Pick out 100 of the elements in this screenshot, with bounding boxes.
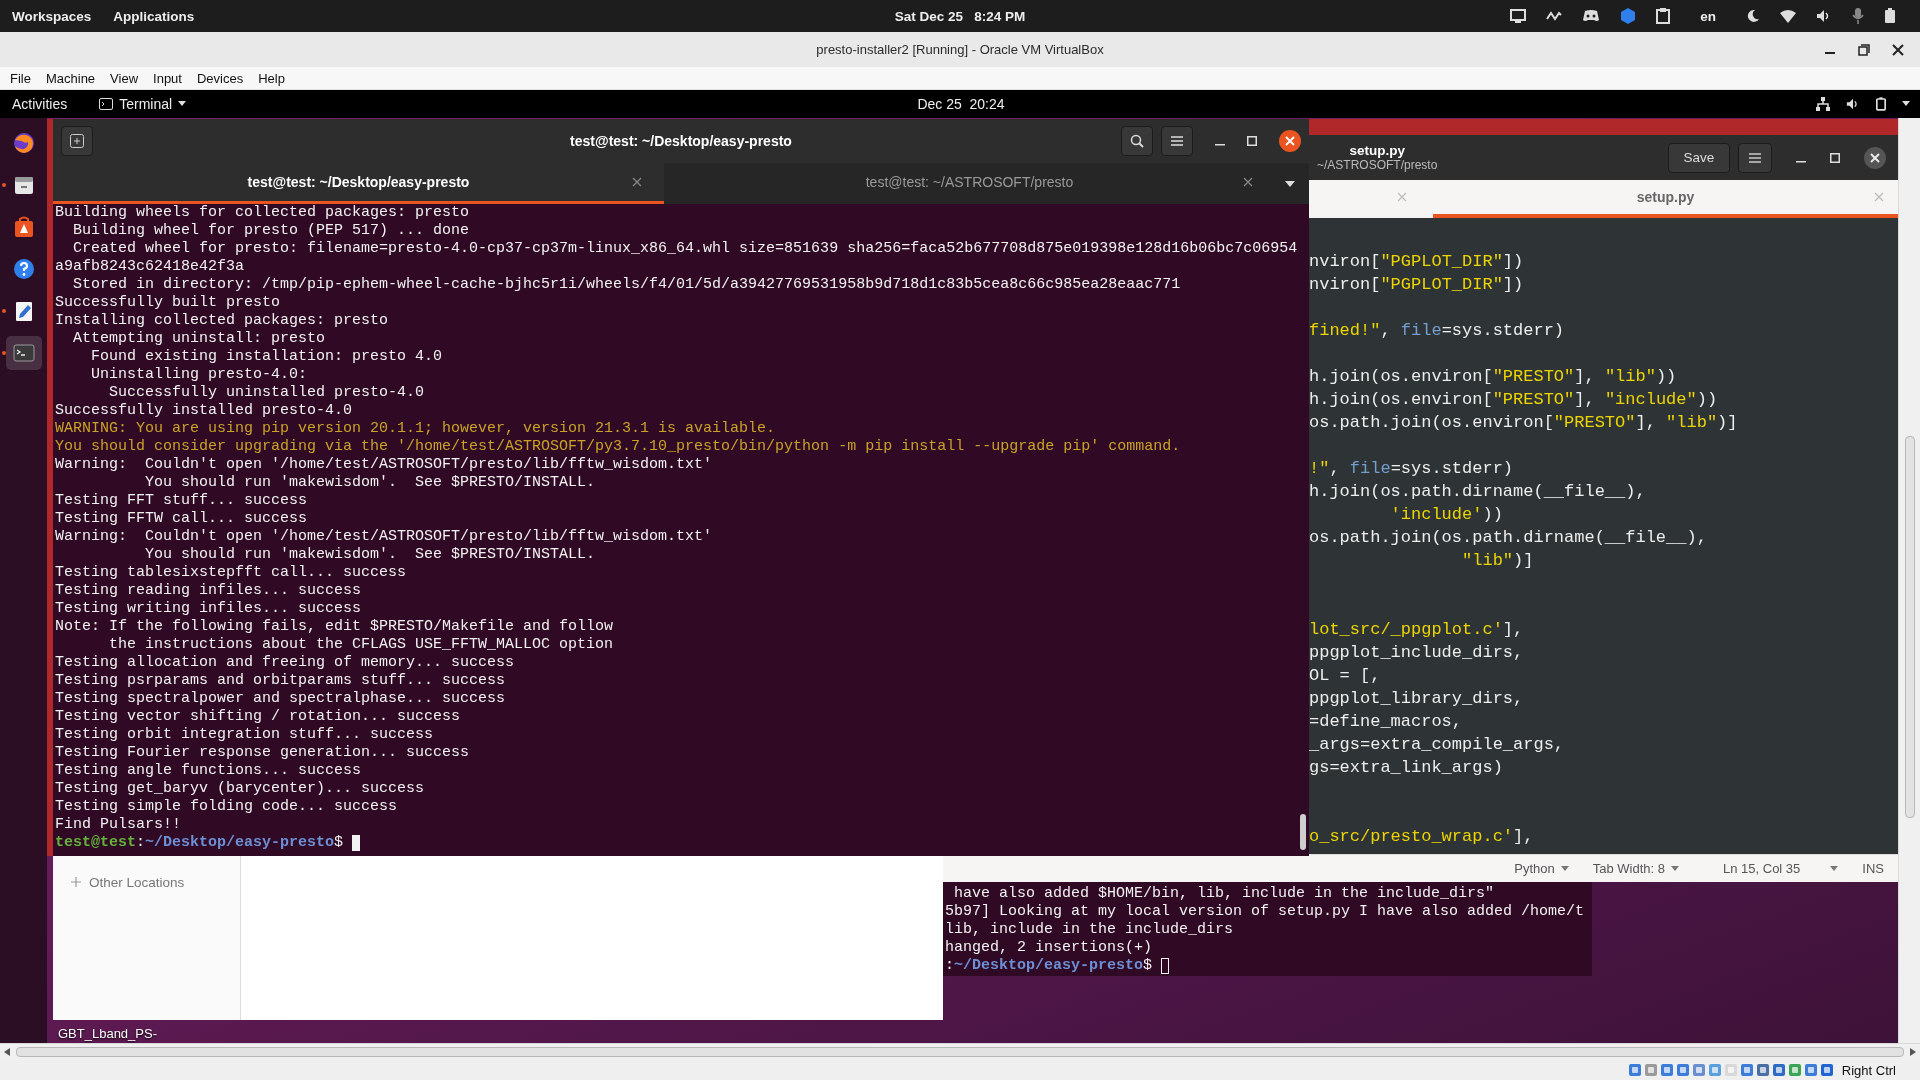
terminal-line: Found existing installation: presto 4.0 xyxy=(90,348,443,366)
prompt-line: :~/Desktop/easy-presto$ xyxy=(945,957,1153,975)
text-cursor xyxy=(352,835,361,851)
restore-icon[interactable] xyxy=(1858,43,1870,56)
close-icon[interactable] xyxy=(1864,146,1886,169)
terminal-line: Attempting uninstall: presto xyxy=(72,330,326,348)
close-icon[interactable] xyxy=(1279,130,1301,152)
terminal-line: Testing allocation and freeing of memory... success xyxy=(55,654,515,672)
terminal-line: Testing FFTW call... success xyxy=(55,510,308,528)
tab-width-dropdown[interactable]: Tab Width: 8 xyxy=(1592,861,1679,876)
terminal-line: Created wheel for presto: filename=presto-4.0-cp37-cp37m-linux_x86_64.whl size=851639 sha256=faca52b677708d875e019398e128d16b06bc7c06954 xyxy=(72,240,1298,258)
plus-icon xyxy=(70,134,84,148)
terminal-line: Testing reading infiles... success xyxy=(55,582,362,600)
terminal-line: Successfully uninstalled presto-4.0 xyxy=(108,384,425,402)
menu-item[interactable]: Help xyxy=(258,70,285,86)
code-line: os.path.join(os.path.dirname(__file__), xyxy=(1309,528,1707,547)
left-arrow-icon[interactable] xyxy=(4,1048,10,1056)
squiggle-icon[interactable] xyxy=(1546,9,1563,23)
sidebar-item[interactable]: Other Locations xyxy=(89,874,185,890)
plus-icon xyxy=(71,877,81,887)
tab[interactable]: test@test: ~/Desktop/easy-presto xyxy=(53,163,664,204)
terminal-line: 5b97] Looking at my local version of setup.py I have also added /home/t xyxy=(945,903,1585,921)
caret-icon[interactable] xyxy=(1902,101,1910,107)
menu-item[interactable]: Input xyxy=(153,70,182,86)
host-key-label: Right Ctrl xyxy=(1841,1062,1896,1078)
right-arrow-icon[interactable] xyxy=(1910,1048,1916,1056)
terminal-line: Testing spectralpower and spectralphase... success xyxy=(55,690,506,708)
terminal-line: You should run 'makewisdom'. See $PRESTO/INSTALL. xyxy=(144,546,596,564)
screen-icon[interactable] xyxy=(1510,9,1527,23)
code-line: gs=extra_link_args) xyxy=(1309,758,1503,777)
search-button[interactable] xyxy=(1121,126,1153,156)
terminal-line: a9afb8243c62418e42f3a xyxy=(55,258,245,276)
menu-button[interactable] xyxy=(1738,142,1772,173)
tab[interactable]: test@test: ~/ASTROSOFT/presto xyxy=(664,163,1275,204)
terminal-line: Successfully built presto xyxy=(55,294,281,312)
terminal-line: You should run 'makewisdom'. See $PRESTO/INSTALL. xyxy=(144,474,596,492)
battery-icon[interactable] xyxy=(1876,97,1886,111)
clock[interactable]: Sat Dec 25 8:24 PM xyxy=(894,8,1026,24)
moon-icon[interactable] xyxy=(1746,9,1760,23)
code-line: !", file=sys.stderr) xyxy=(1309,459,1514,478)
window-subtitle: ~/ASTROSOFT/presto xyxy=(1317,158,1438,172)
insert-mode[interactable]: INS xyxy=(1862,861,1884,876)
menu-item[interactable]: File xyxy=(10,70,31,86)
terminal-line: Testing orbit integration stuff... success xyxy=(55,726,434,744)
terminal-line: Testing tablesixstepfft call... success xyxy=(55,564,407,582)
terminal-line: WARNING: You are using pip version 20.1.1; however, version 21.3.1 is available. xyxy=(55,420,776,438)
terminal-line: Testing vector shifting / rotation... success xyxy=(55,708,461,726)
hexagon-icon[interactable] xyxy=(1620,8,1637,24)
code-line: _args=extra_compile_args, xyxy=(1309,735,1565,754)
clock[interactable]: Dec 25 20:24 xyxy=(917,96,1005,112)
terminal-line: Stored in directory: /tmp/pip-ephem-wheel-cache-bjhc5r1i/wheels/f4/01/5d/a39427769531958b9d718d1c83b5cea8c66c985ea28eaac771 xyxy=(72,276,1181,294)
battery-icon[interactable] xyxy=(1884,8,1896,24)
panel-menu[interactable]: Workspaces xyxy=(12,8,92,24)
menu-item[interactable]: View xyxy=(110,70,139,86)
microphone-icon[interactable] xyxy=(1852,8,1864,24)
wifi-icon[interactable] xyxy=(1780,9,1796,23)
close-icon[interactable] xyxy=(1892,43,1904,56)
activities-button[interactable]: Activities xyxy=(12,96,68,112)
window-title: test@test: ~/Desktop/easy-presto xyxy=(570,133,792,149)
code-line: lot_src/_ppgplot.c'], xyxy=(1309,620,1524,639)
terminal-line: Building wheels for collected packages: presto xyxy=(55,204,470,222)
volume-icon[interactable] xyxy=(1846,97,1860,111)
language-dropdown[interactable]: Python xyxy=(1514,861,1569,876)
terminal-line: hanged, 2 insertions(+) xyxy=(945,939,1153,957)
terminal-line: Find Pulsars!! xyxy=(55,816,182,834)
save-button[interactable]: Save xyxy=(1668,142,1730,173)
terminal-line: Testing angle functions... success xyxy=(55,762,362,780)
window-title: presto-installer2 [Running] - Oracle VM VirtualBox xyxy=(816,42,1104,57)
language-indicator[interactable]: en xyxy=(1700,8,1716,24)
terminal-line: Testing psrparams and orbitparams stuff... success xyxy=(55,672,506,690)
maximize-icon[interactable] xyxy=(1830,152,1840,163)
window-title: setup.py xyxy=(1349,143,1405,158)
menu-button[interactable] xyxy=(1161,126,1193,156)
terminal-line: Testing writing infiles... success xyxy=(55,600,362,618)
scrollbar-thumb[interactable] xyxy=(16,1047,1904,1057)
maximize-icon[interactable] xyxy=(1247,136,1257,146)
prompt-line: test@test:~/Desktop/easy-presto$ xyxy=(55,834,344,852)
gamepad-icon[interactable] xyxy=(1582,9,1601,23)
terminal-line: Warning: Couldn't open '/home/test/ASTROSOFT/presto/lib/fftw_wisdom.txt' xyxy=(55,456,713,474)
clipboard-icon[interactable] xyxy=(1656,8,1671,24)
terminal-icon xyxy=(12,342,35,364)
cursor-position[interactable]: Ln 15, Col 35 xyxy=(1723,861,1801,876)
menu-item[interactable]: Machine xyxy=(45,70,96,86)
code-line: ppgplot_include_dirs, xyxy=(1309,643,1524,662)
code-line: h.join(os.environ["PRESTO"], "lib")) xyxy=(1309,367,1677,386)
desktop-icon-label[interactable]: GBT_Lband_PS- xyxy=(58,1026,157,1041)
code-line: nviron["PGPLOT_DIR"]) xyxy=(1309,275,1524,294)
menu-icon xyxy=(1170,135,1184,147)
scrollbar-thumb[interactable] xyxy=(1904,436,1915,818)
scrollbar-thumb[interactable] xyxy=(1300,814,1306,850)
new-tab-button[interactable] xyxy=(61,126,93,156)
code-line: 'include')) xyxy=(1389,505,1503,524)
terminal-line: the instructions about the CFLAGS USE_FFTW_MALLOC option xyxy=(108,636,614,654)
search-icon xyxy=(1130,134,1144,148)
menu-item[interactable]: Devices xyxy=(196,70,244,86)
panel-menu[interactable]: Applications xyxy=(113,8,195,24)
caret-icon xyxy=(1560,866,1569,871)
app-menu[interactable]: Terminal xyxy=(99,96,187,112)
terminal-line: Testing Fourier response generation... success xyxy=(55,744,470,762)
terminal-line: Testing FFT stuff... success xyxy=(55,492,308,510)
